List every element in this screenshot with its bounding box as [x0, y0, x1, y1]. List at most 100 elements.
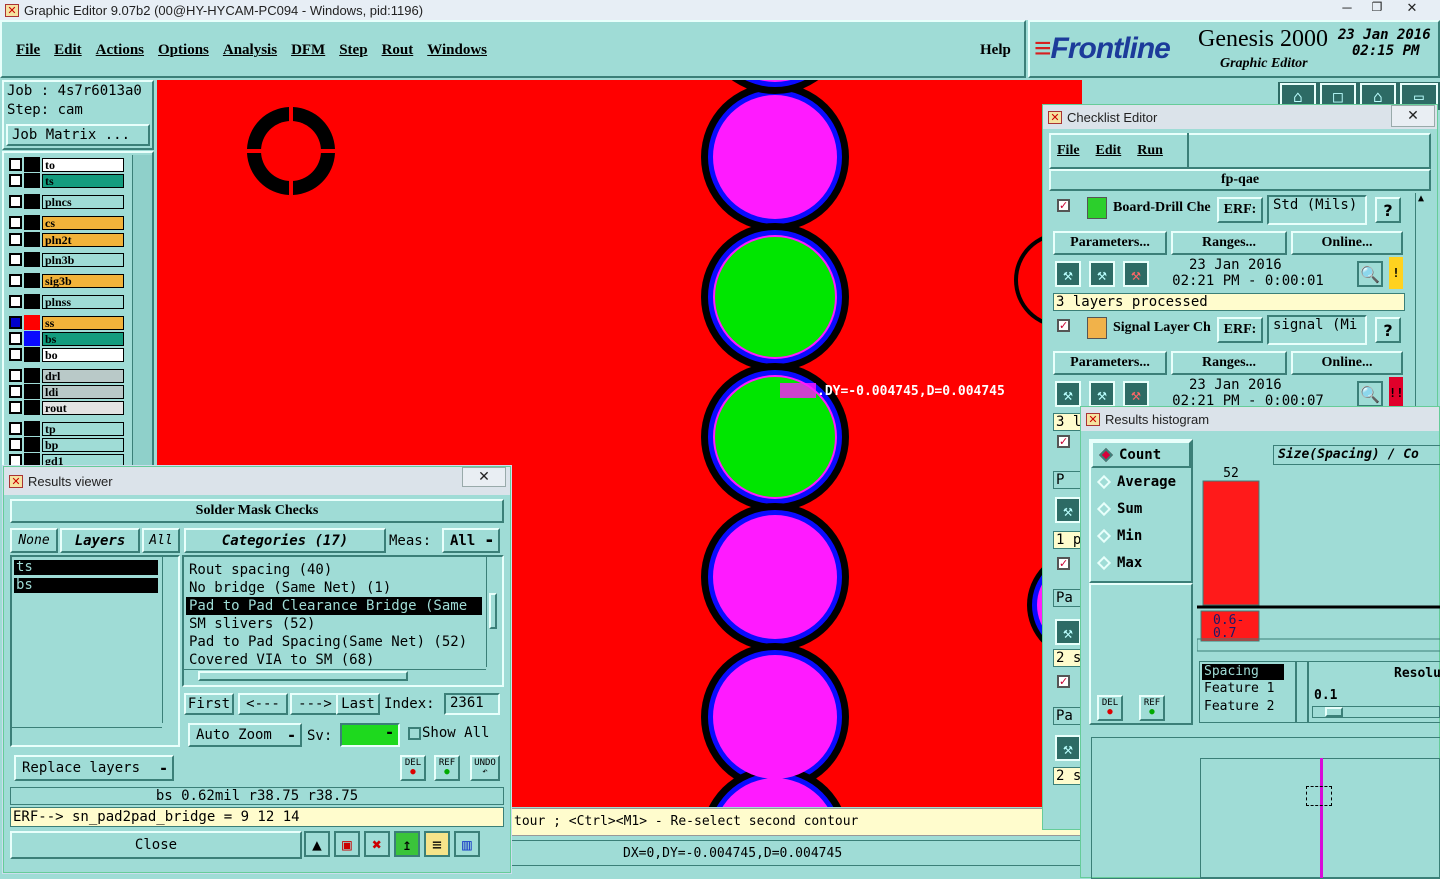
layer-row-bp[interactable]: bp	[8, 437, 124, 452]
layer-checkbox[interactable]	[9, 158, 22, 171]
layer-name[interactable]: plncs	[42, 194, 124, 209]
histogram-option-min[interactable]: Min	[1091, 522, 1191, 549]
menu-dfm[interactable]: DFM	[291, 42, 325, 59]
job-matrix-button[interactable]: Job Matrix ...	[6, 124, 150, 146]
checklist-close-x[interactable]: ✕	[1391, 105, 1435, 127]
layer-checkbox[interactable]	[9, 253, 22, 266]
layer-row-drl[interactable]: drl	[8, 368, 124, 383]
category-item[interactable]: SM slivers (52)	[186, 615, 482, 633]
layer-checkbox[interactable]	[9, 195, 22, 208]
layer-checkbox[interactable]	[9, 274, 22, 287]
layer-name[interactable]: bo	[42, 347, 124, 362]
layer-results-list[interactable]: ts bs	[10, 555, 180, 747]
layer-row-bs[interactable]: bs	[8, 331, 124, 346]
layer-swatch[interactable]	[24, 173, 40, 188]
layer-checkbox[interactable]	[9, 369, 22, 382]
layer-swatch[interactable]	[24, 252, 40, 267]
layer-name[interactable]: to	[42, 157, 124, 172]
run-all-icon[interactable]: ⚒	[1089, 261, 1115, 287]
layer-checkbox[interactable]	[9, 422, 22, 435]
ref-button[interactable]: REF ●	[434, 755, 460, 781]
zoom-icon[interactable]: 🔍	[1357, 381, 1383, 407]
layer-swatch[interactable]	[24, 273, 40, 288]
menu-options[interactable]: Options	[158, 42, 209, 59]
layer-row-ts[interactable]: ts	[8, 173, 124, 188]
layer-name[interactable]: drl	[42, 368, 124, 383]
menu-file[interactable]: File	[16, 42, 40, 59]
layer-name[interactable]: sig3b	[42, 273, 124, 288]
layer-row-tp[interactable]: tp	[8, 421, 124, 436]
online-button[interactable]: Online...	[1291, 351, 1403, 375]
layer-list-hscroll[interactable]	[12, 727, 162, 741]
layer-checkbox[interactable]	[9, 332, 22, 345]
menu-analysis[interactable]: Analysis	[223, 42, 277, 59]
histogram-del-button[interactable]: DEL ●	[1097, 695, 1123, 721]
layer-row-plncs[interactable]: plncs	[8, 194, 124, 209]
menu-rout[interactable]: Rout	[382, 42, 414, 59]
layer-row-pln2t[interactable]: pln2t	[8, 232, 124, 247]
layer-name[interactable]: ldi	[42, 384, 124, 399]
category-list-hscroll[interactable]	[184, 669, 486, 683]
cross-grid-icon[interactable]: ✖	[364, 831, 390, 857]
run-icon[interactable]: ⚒	[1055, 619, 1081, 645]
menu-actions[interactable]: Actions	[96, 42, 144, 59]
layer-swatch[interactable]	[24, 294, 40, 309]
layer-row-rout[interactable]: rout	[8, 400, 124, 415]
step-icon[interactable]: ↥	[394, 831, 420, 857]
marker-icon[interactable]: ▣	[334, 831, 360, 857]
layer-swatch[interactable]	[24, 400, 40, 415]
layer-name[interactable]: plnss	[42, 294, 124, 309]
layer-swatch[interactable]	[24, 368, 40, 383]
layer-name[interactable]: cs	[42, 215, 124, 230]
layer-row-sig3b[interactable]: sig3b	[8, 273, 124, 288]
run-icon[interactable]: ⚒	[1055, 261, 1081, 287]
first-button[interactable]: First	[184, 693, 234, 715]
next-button[interactable]: --->	[290, 693, 340, 715]
check-enabled-checkbox[interactable]: ✓	[1057, 319, 1070, 332]
check-enabled-checkbox[interactable]: ✓	[1057, 557, 1070, 570]
layer-checkbox[interactable]	[9, 385, 22, 398]
layer-swatch[interactable]	[24, 157, 40, 172]
layer-list-vscroll[interactable]	[162, 557, 176, 723]
undo-button[interactable]: UNDO ↶	[470, 755, 500, 781]
histogram-ref-button[interactable]: REF ●	[1139, 695, 1165, 721]
layer-name[interactable]: rout	[42, 400, 124, 415]
histogram-option-count[interactable]: Count	[1091, 441, 1191, 468]
feature-list-item-feature1[interactable]: Feature 1	[1204, 680, 1296, 698]
layer-swatch[interactable]	[24, 331, 40, 346]
menu-help[interactable]: Help	[980, 42, 1011, 59]
ranges-button[interactable]: Ranges...	[1171, 351, 1287, 375]
layer-checkbox[interactable]	[9, 348, 22, 361]
person-icon[interactable]: ▲	[304, 831, 330, 857]
layer-name[interactable]: bp	[42, 437, 124, 452]
close-button[interactable]: Close	[10, 831, 302, 859]
zoom-icon[interactable]: 🔍	[1357, 261, 1383, 287]
category-item[interactable]: Covered VIA to SM (68)	[186, 651, 482, 669]
meas-dropdown[interactable]: All ▬	[442, 528, 500, 553]
menu-windows[interactable]: Windows	[427, 42, 487, 59]
category-item[interactable]: Pad to Pad Spacing(Same Net) (52)	[186, 633, 482, 651]
notes-icon[interactable]: ≡	[424, 831, 450, 857]
feature-list-item-spacing[interactable]: Spacing	[1202, 664, 1284, 680]
check-enabled-checkbox[interactable]: ✓	[1057, 199, 1070, 212]
layer-swatch[interactable]	[24, 384, 40, 399]
layer-row-cs[interactable]: cs	[8, 215, 124, 230]
layer-swatch[interactable]	[24, 437, 40, 452]
layers-tab-button[interactable]: Layers	[60, 528, 140, 553]
check-enabled-checkbox[interactable]: ✓	[1057, 435, 1070, 448]
checklist-menu-file[interactable]: File	[1057, 143, 1080, 159]
layer-checkbox[interactable]	[9, 216, 22, 229]
run-icon[interactable]: ⚒	[1055, 381, 1081, 407]
replace-layers-dropdown[interactable]: Replace layers ▬	[14, 755, 174, 781]
erf-button[interactable]: ERF:	[1217, 197, 1263, 223]
layer-result-bs[interactable]: bs	[14, 578, 158, 593]
category-item[interactable]: No bridge (Same Net) (1)	[186, 579, 482, 597]
layers-none-button[interactable]: None	[10, 528, 58, 553]
histogram-feature-list[interactable]: Spacing Feature 1 Feature 2	[1199, 661, 1297, 723]
layers-all-button[interactable]: All	[142, 528, 180, 553]
parameters-button[interactable]: Parameters...	[1053, 231, 1167, 255]
menu-edit[interactable]: Edit	[54, 42, 82, 59]
checklist-menu-edit[interactable]: Edit	[1096, 143, 1122, 159]
layer-swatch[interactable]	[24, 421, 40, 436]
ranges-button[interactable]: Ranges...	[1171, 231, 1287, 255]
